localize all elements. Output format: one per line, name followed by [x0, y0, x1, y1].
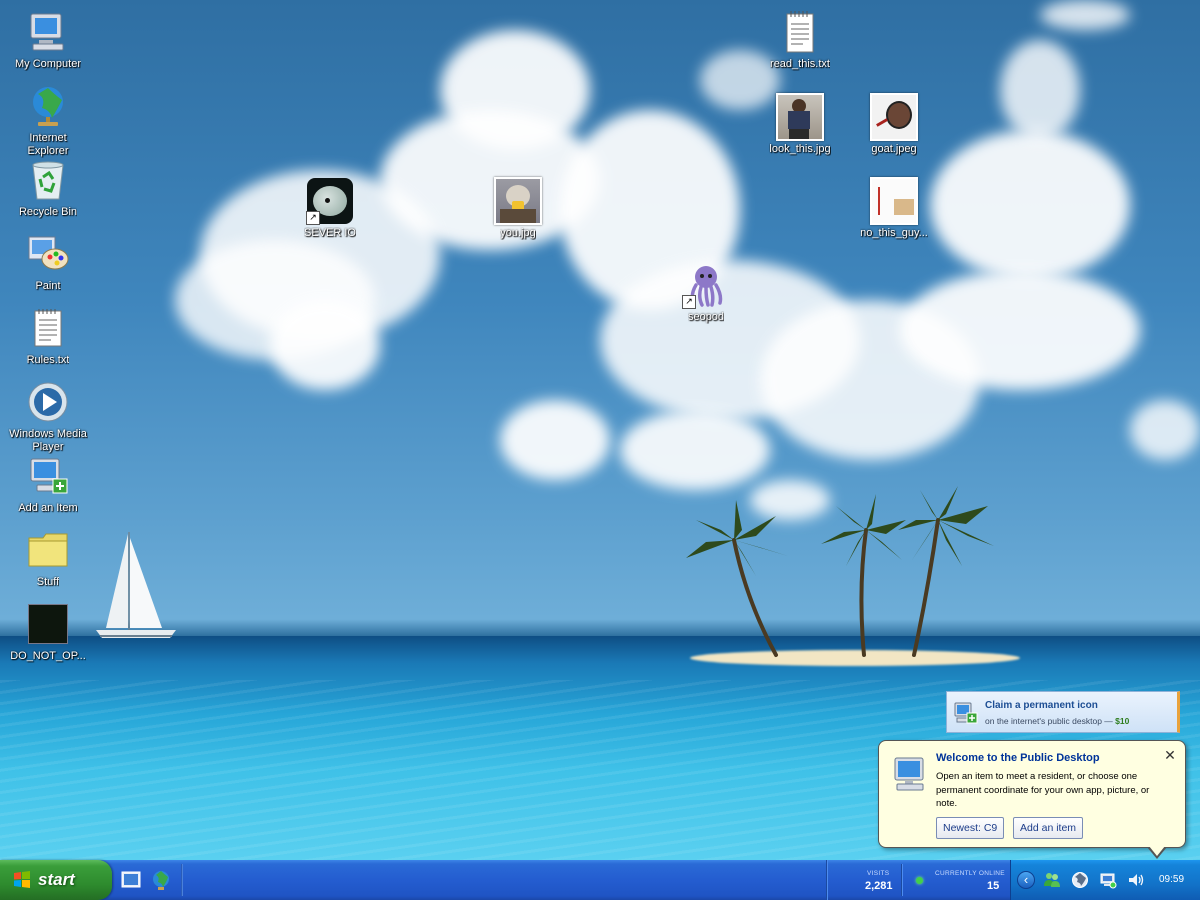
welcome-balloon: Welcome to the Public Desktop ✕ Open an …: [878, 740, 1186, 859]
icon-label: My Computer: [14, 58, 82, 70]
online-status-dot: [916, 877, 923, 884]
taskbar: start VISITS 2,281 CURRENTLY ONLINE 15 ‹…: [0, 860, 1200, 900]
look-this-jpg-file[interactable]: look_this.jpg: [760, 93, 840, 156]
seopod-shortcut[interactable]: ↗ seopod: [666, 261, 746, 324]
icon-label: no_this_guy...: [860, 227, 928, 239]
promo-subtitle-text: on the internet's public desktop —: [985, 716, 1116, 726]
show-desktop-icon[interactable]: [120, 869, 142, 891]
media-player-icon: [24, 378, 72, 426]
shortcut-arrow-icon: ↗: [306, 211, 320, 225]
promo-price: $10: [1115, 716, 1130, 726]
read-this-txt-file[interactable]: read_this.txt: [760, 8, 840, 71]
site-stats: VISITS 2,281 CURRENTLY ONLINE 15: [826, 860, 1011, 900]
cloud: [1000, 40, 1080, 140]
add-item-button[interactable]: Add an item: [1013, 817, 1084, 839]
sever-io-app-icon: ↗: [306, 177, 354, 225]
computer-icon: [894, 757, 924, 791]
icon-label: look_this.jpg: [769, 143, 831, 155]
photo-thumbnail-icon: [776, 93, 824, 141]
online-count: 15: [987, 880, 1000, 892]
icon-label: Recycle Bin: [18, 206, 78, 218]
add-an-item-shortcut[interactable]: Add an Item: [8, 452, 88, 515]
tray-expand-button[interactable]: ‹: [1017, 871, 1035, 889]
cloud: [270, 300, 380, 390]
recycle-bin-icon: [24, 156, 72, 204]
sailboat: [96, 532, 176, 638]
photo-thumbnail-icon: [870, 177, 918, 225]
start-button[interactable]: start: [0, 860, 112, 900]
palm-trees: [686, 486, 994, 657]
cloud: [1130, 400, 1200, 460]
icon-label: Windows Media Player: [9, 428, 87, 453]
online-label: CURRENTLY ONLINE: [935, 870, 1005, 877]
quick-launch-separator: [181, 864, 183, 896]
icon-label: Internet Explorer: [27, 132, 69, 157]
internet-explorer-shortcut[interactable]: Internet Explorer: [8, 82, 88, 158]
clock: 09:59: [1159, 874, 1185, 885]
my-computer-shortcut[interactable]: My Computer: [8, 8, 88, 71]
octopus-icon: ↗: [682, 261, 730, 309]
globe-icon: [24, 82, 72, 130]
no-this-guy-file[interactable]: no_this_guy...: [854, 177, 934, 240]
cloud: [500, 400, 610, 480]
icon-label: Paint: [35, 280, 61, 292]
volume-icon[interactable]: [1127, 871, 1145, 889]
icon-label: Stuff: [36, 576, 60, 588]
add-computer-icon: [24, 452, 72, 500]
rules-txt-file[interactable]: Rules.txt: [8, 304, 88, 367]
icon-label: you.jpg: [500, 227, 536, 239]
shortcut-arrow-icon: ↗: [682, 295, 696, 309]
stats-divider: [901, 864, 902, 896]
icon-label: SEVER IO: [304, 227, 356, 239]
folder-icon: [24, 526, 72, 574]
text-file-icon: [24, 304, 72, 352]
promo-subtitle: on the internet's public desktop — $10: [985, 716, 1129, 726]
claim-icon-banner[interactable]: Claim a permanent icon on the internet's…: [946, 691, 1180, 733]
close-icon[interactable]: ✕: [1163, 748, 1177, 763]
globe-icon[interactable]: [1071, 871, 1089, 889]
newest-button[interactable]: Newest: C9: [936, 817, 1005, 839]
network-icon[interactable]: [1099, 871, 1117, 889]
stuff-folder[interactable]: Stuff: [8, 526, 88, 589]
icon-label: Rules.txt: [26, 354, 70, 366]
icon-label: goat.jpeg: [871, 143, 917, 155]
sever-io-shortcut[interactable]: ↗ SEVER IO: [290, 177, 370, 240]
promo-title: Claim a permanent icon: [985, 700, 1098, 711]
paint-icon: [24, 230, 72, 278]
icon-label: read_this.txt: [770, 58, 830, 70]
text-file-icon: [776, 8, 824, 56]
my-computer-icon: [24, 8, 72, 56]
recycle-bin-shortcut[interactable]: Recycle Bin: [8, 156, 88, 219]
visits-label: VISITS: [867, 870, 890, 877]
cloud: [1040, 0, 1130, 30]
start-label: start: [38, 870, 75, 889]
balloon-title: Welcome to the Public Desktop: [936, 752, 1100, 764]
do-not-open-file[interactable]: DO_NOT_OP...: [8, 600, 88, 663]
system-tray: ‹ 09:59: [1010, 860, 1200, 900]
windows-flag-icon: [14, 871, 30, 888]
icon-label: Add an Item: [18, 502, 78, 514]
users-icon[interactable]: [1043, 871, 1061, 889]
icon-label: DO_NOT_OP...: [10, 650, 86, 662]
you-jpg-file[interactable]: you.jpg: [478, 177, 558, 240]
photo-thumbnail-icon: [494, 177, 542, 225]
paint-shortcut[interactable]: Paint: [8, 230, 88, 293]
cloud: [900, 270, 1140, 390]
goat-jpeg-file[interactable]: goat.jpeg: [854, 93, 934, 156]
internet-explorer-icon[interactable]: [150, 869, 172, 891]
visits-count: 2,281: [865, 880, 893, 892]
windows-media-player-shortcut[interactable]: Windows Media Player: [8, 378, 88, 454]
cloud: [620, 410, 770, 490]
add-computer-icon: [954, 702, 978, 724]
black-file-icon: [24, 600, 72, 648]
balloon-tail-fill: [1149, 846, 1165, 856]
balloon-body: Open an item to meet a resident, or choo…: [936, 771, 1150, 809]
icon-label: seopod: [687, 311, 725, 323]
photo-thumbnail-icon: [870, 93, 918, 141]
cloud: [930, 130, 1130, 280]
